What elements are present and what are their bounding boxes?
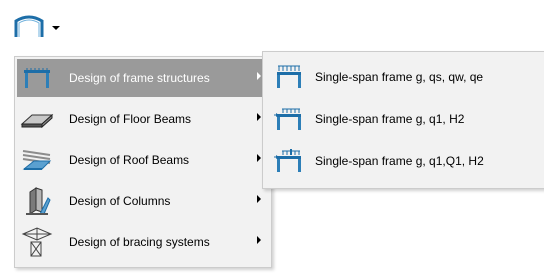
menu-item-label: Design of Columns [69,194,171,208]
submenu-item-frame-q1-h2[interactable]: Single-span frame g, q1, H2 [263,100,543,138]
dropdown-arrow-icon[interactable] [52,20,60,34]
frame-point-load-icon [269,142,309,180]
menu-item-label: Design of frame structures [69,71,210,85]
menu-item-columns[interactable]: Design of Columns [17,182,269,220]
roof-beam-icon [17,141,57,179]
submenu-arrow-icon [257,154,261,162]
submenu-item-label: Single-span frame g, q1, H2 [315,112,465,126]
submenu-item-frame-q1-Q1-h2[interactable]: Single-span frame g, q1,Q1, H2 [263,142,543,180]
submenu-item-frame-qs-qw-qe[interactable]: Single-span frame g, qs, qw, qe [263,58,543,96]
frame-structures-submenu: Single-span frame g, qs, qw, qe Single-s… [262,51,544,189]
menu-item-label: Design of Floor Beams [69,112,192,126]
frame-design-toolbar-button[interactable] [8,8,86,46]
column-icon [17,182,57,220]
menu-item-frame-structures[interactable]: Design of frame structures [17,59,269,97]
portal-frame-icon [12,13,46,42]
frame-horizontal-load-icon [269,100,309,138]
menu-item-roof-beams[interactable]: Design of Roof Beams [17,141,269,179]
menu-item-label: Design of bracing systems [69,235,210,249]
floor-beam-icon [17,100,57,138]
design-menu: Design of frame structures Design of Flo… [14,56,272,268]
frame-structure-icon [17,59,57,97]
menu-item-floor-beams[interactable]: Design of Floor Beams [17,100,269,138]
frame-distributed-load-icon [269,58,309,96]
submenu-arrow-icon [257,195,261,203]
menu-item-label: Design of Roof Beams [69,153,190,167]
submenu-arrow-icon [257,72,261,80]
submenu-arrow-icon [257,113,261,121]
submenu-item-label: Single-span frame g, qs, qw, qe [315,70,484,84]
submenu-arrow-icon [257,236,261,244]
submenu-item-label: Single-span frame g, q1,Q1, H2 [315,154,484,168]
menu-item-bracing-systems[interactable]: Design of bracing systems [17,223,269,261]
bracing-icon [17,223,57,261]
